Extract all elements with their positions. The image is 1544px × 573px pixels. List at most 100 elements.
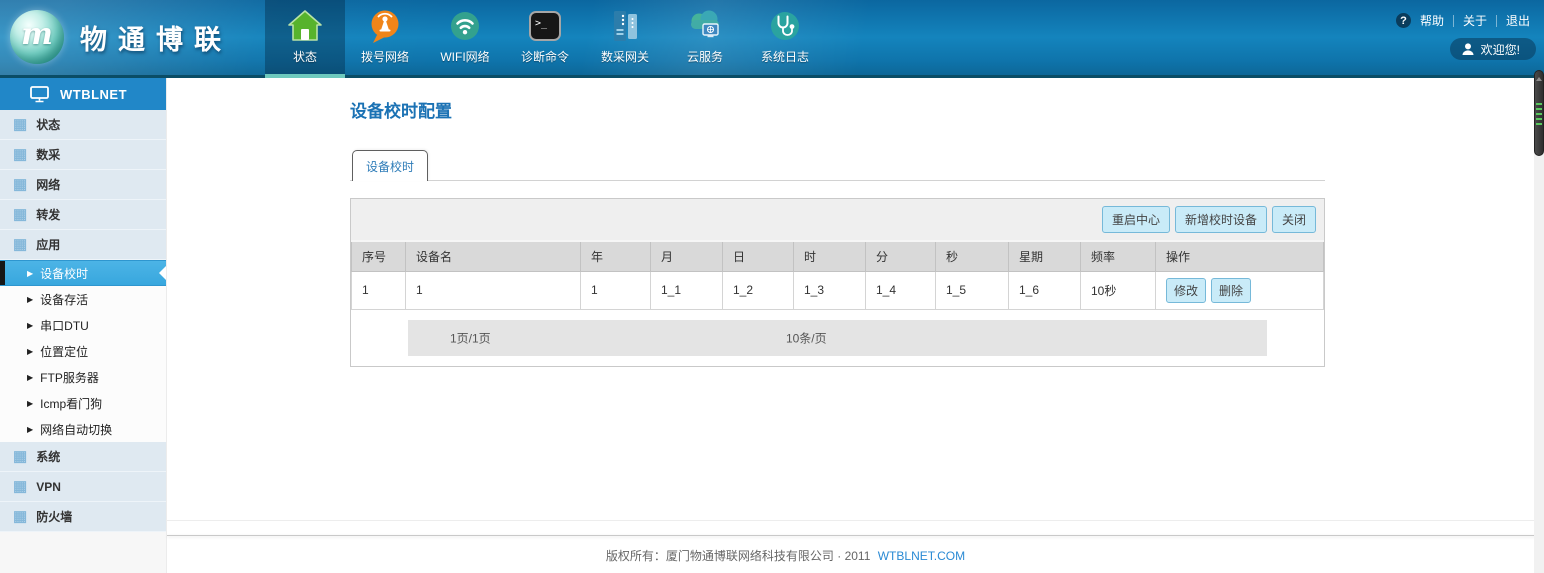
wifi-icon xyxy=(446,7,484,45)
terminal-icon: >_ xyxy=(526,7,564,45)
monitor-icon xyxy=(30,86,49,103)
cell-year: 1 xyxy=(581,271,651,309)
col-header-minute: 分 xyxy=(866,241,936,271)
help-link[interactable]: 帮助 xyxy=(1420,12,1444,29)
sidebar-item-firewall[interactable]: ▦ 防火墙 xyxy=(0,502,166,532)
nav-item-system-log[interactable]: 系统日志 xyxy=(745,0,825,78)
gateway-icon xyxy=(606,7,644,45)
footer-domain-link[interactable]: WTBLNET.COM xyxy=(878,549,965,563)
footer: 版权所有：厦门物通博联网络科技有限公司 · 2011 WTBLNET.COM xyxy=(167,547,1544,564)
nav-label: 拨号网络 xyxy=(361,48,409,65)
triangle-bullet-icon: ▶ xyxy=(27,373,33,382)
help-icon: ? xyxy=(1396,13,1411,28)
svg-text:>_: >_ xyxy=(535,18,548,29)
submenu-item-location[interactable]: ▶ 位置定位 xyxy=(0,338,166,364)
sidebar-item-label: 数采 xyxy=(36,146,60,163)
sidebar: WTBLNET ▦ 状态 ▦ 数采 ▦ 网络 ▦ 转发 ▦ 应用 ▶ 设备校时 xyxy=(0,78,167,573)
link-divider xyxy=(1496,15,1497,27)
submenu-item-device-keepalive[interactable]: ▶ 设备存活 xyxy=(0,286,166,312)
sidebar-item-forwarding[interactable]: ▦ 转发 xyxy=(0,200,166,230)
close-button[interactable]: 关闭 xyxy=(1272,206,1316,233)
col-header-day: 日 xyxy=(723,241,794,271)
col-header-month: 月 xyxy=(651,241,723,271)
scrollbar-thumb[interactable] xyxy=(1534,70,1544,156)
link-divider xyxy=(1453,15,1454,27)
grid-icon: ▦ xyxy=(13,147,27,162)
page-size: 10条/页 xyxy=(786,329,827,346)
submenu-item-label: 设备存活 xyxy=(40,291,88,308)
nav-item-dial-network[interactable]: 拨号网络 xyxy=(345,0,425,78)
page-title: 设备校时配置 xyxy=(350,97,1325,122)
submenu-item-label: 设备校时 xyxy=(40,265,88,282)
triangle-bullet-icon: ▶ xyxy=(27,295,33,304)
logout-link[interactable]: 退出 xyxy=(1506,12,1530,29)
sidebar-item-vpn[interactable]: ▦ VPN xyxy=(0,472,166,502)
submenu-item-serial-dtu[interactable]: ▶ 串口DTU xyxy=(0,312,166,338)
delete-button[interactable]: 删除 xyxy=(1211,278,1251,303)
device-timing-table: 序号 设备名 年 月 日 时 分 秒 星期 频率 操作 xyxy=(351,240,1324,310)
submenu-item-label: FTP服务器 xyxy=(40,369,99,386)
nav-item-diagnostic-command[interactable]: >_ 诊断命令 xyxy=(505,0,585,78)
top-nav: 状态 拨号网络 WIFI网络 >_ 诊断命令 xyxy=(265,0,825,78)
welcome-button[interactable]: 欢迎您! xyxy=(1450,38,1536,60)
footer-divider xyxy=(167,535,1544,536)
nav-active-underline xyxy=(265,74,345,78)
system-log-icon xyxy=(766,7,804,45)
about-link[interactable]: 关于 xyxy=(1463,12,1487,29)
grid-icon: ▦ xyxy=(13,509,27,524)
submenu-item-network-auto-switch[interactable]: ▶ 网络自动切换 xyxy=(0,416,166,442)
cell-week: 1_6 xyxy=(1009,271,1081,309)
tab-bar: 设备校时 xyxy=(350,151,1325,181)
grid-icon: ▦ xyxy=(13,449,27,464)
cell-actions: 修改 删除 xyxy=(1156,271,1324,309)
brand-logo: m 物通博联 xyxy=(10,10,232,64)
cell-index: 1 xyxy=(352,271,406,309)
top-header: m 物通博联 状态 拨号网络 WIFI网络 xyxy=(0,0,1544,78)
triangle-bullet-icon: ▶ xyxy=(27,399,33,408)
col-header-week: 星期 xyxy=(1009,241,1081,271)
submenu-item-icmp-watchdog[interactable]: ▶ Icmp看门狗 xyxy=(0,390,166,416)
nav-item-data-gateway[interactable]: 数采网关 xyxy=(585,0,665,78)
submenu-item-label: Icmp看门狗 xyxy=(40,395,102,412)
home-icon xyxy=(286,7,324,45)
cell-month: 1_1 xyxy=(651,271,723,309)
cell-second: 1_5 xyxy=(936,271,1009,309)
grid-icon: ▦ xyxy=(13,479,27,494)
sidebar-item-status[interactable]: ▦ 状态 xyxy=(0,110,166,140)
modify-button[interactable]: 修改 xyxy=(1166,278,1206,303)
restart-center-button[interactable]: 重启中心 xyxy=(1102,206,1170,233)
col-header-year: 年 xyxy=(581,241,651,271)
submenu-item-label: 网络自动切换 xyxy=(40,421,112,438)
triangle-bullet-icon: ▶ xyxy=(27,425,33,434)
sidebar-item-data-collection[interactable]: ▦ 数采 xyxy=(0,140,166,170)
table-row: 1 1 1 1_1 1_2 1_3 1_4 1_5 1_6 10秒 xyxy=(352,271,1324,309)
pagination-bar: 1页/1页 10条/页 xyxy=(408,320,1267,356)
user-icon xyxy=(1462,43,1474,55)
sidebar-item-label: VPN xyxy=(36,480,61,494)
sidebar-item-label: 应用 xyxy=(36,236,60,253)
nav-item-wifi-network[interactable]: WIFI网络 xyxy=(425,0,505,78)
sidebar-item-label: 转发 xyxy=(36,206,60,223)
sidebar-item-system[interactable]: ▦ 系统 xyxy=(0,442,166,472)
welcome-label: 欢迎您! xyxy=(1481,41,1520,58)
nav-item-cloud-service[interactable]: 云服务 xyxy=(665,0,745,78)
triangle-bullet-icon: ▶ xyxy=(27,269,33,278)
sidebar-header: WTBLNET xyxy=(0,78,166,110)
sidebar-item-network[interactable]: ▦ 网络 xyxy=(0,170,166,200)
nav-label: WIFI网络 xyxy=(440,48,489,65)
submenu-item-ftp-server[interactable]: ▶ FTP服务器 xyxy=(0,364,166,390)
grid-icon: ▦ xyxy=(13,177,27,192)
tab-device-timing[interactable]: 设备校时 xyxy=(352,150,428,181)
cell-hour: 1_3 xyxy=(794,271,866,309)
content-container: 设备校时配置 设备校时 重启中心 新增校时设备 关闭 xyxy=(350,97,1325,367)
scroll-up-arrow-icon xyxy=(1536,77,1542,81)
submenu-item-device-timing[interactable]: ▶ 设备校时 xyxy=(0,260,166,286)
brand-monogram: m xyxy=(21,17,53,52)
sidebar-item-application[interactable]: ▦ 应用 xyxy=(0,230,166,260)
submenu-item-label: 位置定位 xyxy=(40,343,88,360)
grid-icon: ▦ xyxy=(13,237,27,252)
nav-item-status[interactable]: 状态 xyxy=(265,0,345,78)
sidebar-item-label: 状态 xyxy=(36,116,60,133)
add-timing-device-button[interactable]: 新增校时设备 xyxy=(1175,206,1267,233)
cell-frequency: 10秒 xyxy=(1081,271,1156,309)
